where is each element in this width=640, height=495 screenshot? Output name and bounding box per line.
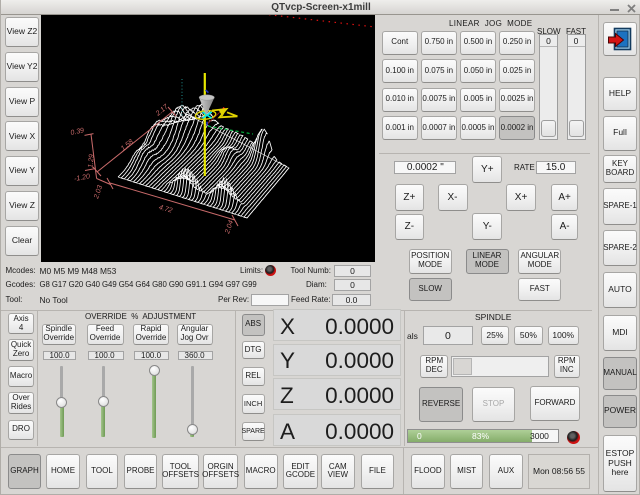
svg-text:0.39: 0.39 <box>70 127 85 137</box>
svg-text:2.17: 2.17 <box>154 103 171 118</box>
svg-text:1.58: 1.58 <box>120 138 135 152</box>
svg-text:1.29: 1.29 <box>88 154 96 168</box>
svg-text:2.04: 2.04 <box>224 219 235 235</box>
svg-text:2.03: 2.03 <box>93 184 104 200</box>
svg-text:4.72: 4.72 <box>158 204 173 215</box>
svg-text:-1.20: -1.20 <box>74 173 91 183</box>
